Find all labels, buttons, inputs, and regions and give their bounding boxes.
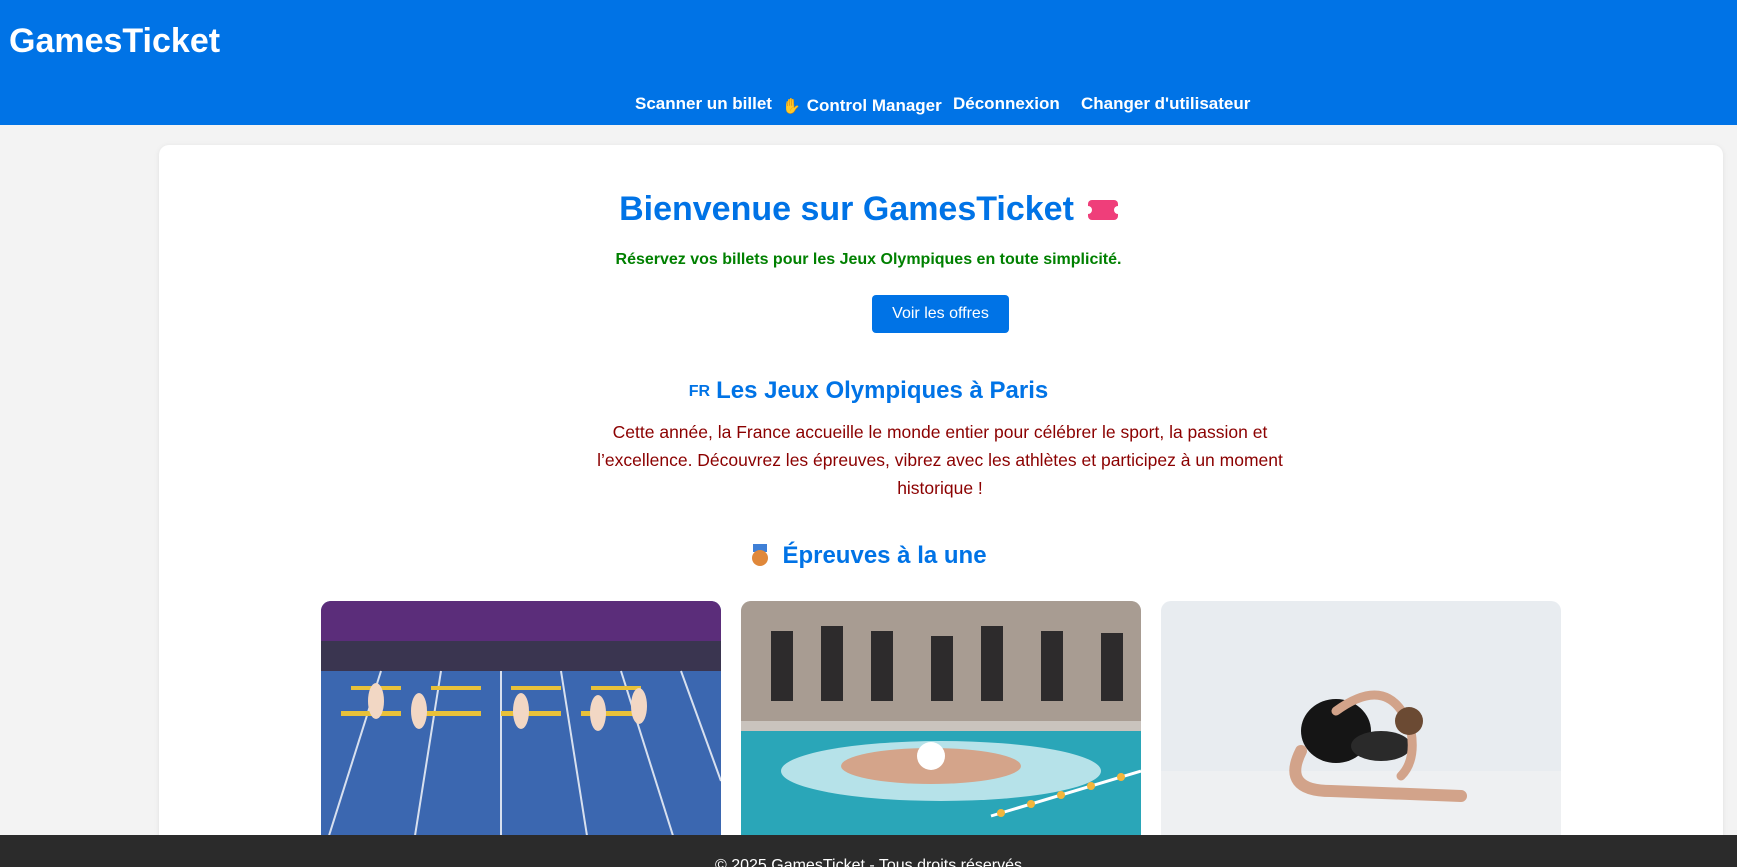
event-card-gymnastics[interactable] [1161,601,1561,861]
about-title-text: Les Jeux Olympiques à Paris [716,377,1049,404]
events-title-text: Épreuves à la une [782,542,987,569]
view-offers-button[interactable]: Voir les offres [872,295,1009,333]
hero-subtitle: Réservez vos billets pour les Jeux Olymp… [615,251,1122,268]
nav-logout[interactable]: Déconnexion [953,94,1060,114]
footer-text: © 2025 GamesTicket - Tous droits réservé… [714,857,1022,867]
page-footer: © 2025 GamesTicket - Tous droits réservé… [0,835,1737,867]
nav-control-manager-label: Control Manager [806,96,942,115]
waving-hand-icon: ✋ [782,98,801,115]
flag-fr-icon: FR [688,382,711,400]
swimming-butterfly-photo [741,601,1141,861]
event-card-swimming[interactable] [741,601,1141,861]
athletics-hurdles-photo [321,601,721,861]
nav-switch-user[interactable]: Changer d'utilisateur [1081,94,1250,114]
page-title: Bienvenue sur GamesTicket [0,190,1737,229]
medal-icon [750,544,770,566]
ticket-icon [1083,199,1122,220]
about-text: Cette année, la France accueille le mond… [597,422,1283,498]
site-logo[interactable]: GamesTicket [9,22,220,61]
event-card-athletics[interactable] [321,601,721,861]
gymnastics-photo [1161,601,1561,861]
about-title: FR Les Jeux Olympiques à Paris [0,377,1737,405]
nav-control-manager[interactable]: ✋ Control Manager [782,96,942,116]
page-title-text: Bienvenue sur GamesTicket [619,190,1074,228]
top-header: GamesTicket Scanner un billet ✋ Control … [0,0,1737,125]
events-title: Épreuves à la une [0,542,1737,570]
nav-scan-ticket[interactable]: Scanner un billet [635,94,772,114]
